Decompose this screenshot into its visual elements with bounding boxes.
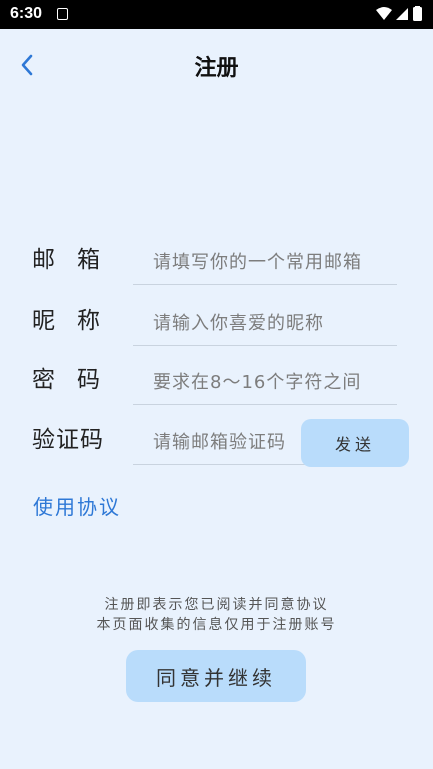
nickname-label: 昵称 bbox=[32, 308, 122, 334]
password-field[interactable] bbox=[133, 361, 397, 405]
signal-icon bbox=[396, 8, 408, 20]
status-time: 6:30 bbox=[10, 5, 43, 22]
status-bar: 6:30 bbox=[0, 0, 433, 29]
send-code-button[interactable]: 发送 bbox=[301, 419, 409, 467]
email-label: 邮箱 bbox=[32, 247, 122, 273]
notification-icon bbox=[57, 8, 68, 20]
password-label: 密码 bbox=[32, 367, 122, 393]
agreement-link[interactable]: 使用协议 bbox=[33, 491, 121, 520]
email-field[interactable] bbox=[133, 241, 397, 285]
page-title: 注册 bbox=[194, 56, 239, 81]
nickname-field[interactable] bbox=[133, 302, 397, 346]
notice-line-1: 注册即表示您已阅读并同意协议 bbox=[104, 597, 329, 613]
notice-line-2: 本页面收集的信息仅用于注册账号 bbox=[96, 617, 337, 633]
status-icons bbox=[375, 6, 425, 22]
code-label: 验证码 bbox=[32, 427, 104, 453]
battery-icon bbox=[413, 6, 422, 21]
agree-continue-button[interactable]: 同意并继续 bbox=[126, 650, 306, 702]
wifi-icon bbox=[376, 7, 392, 20]
